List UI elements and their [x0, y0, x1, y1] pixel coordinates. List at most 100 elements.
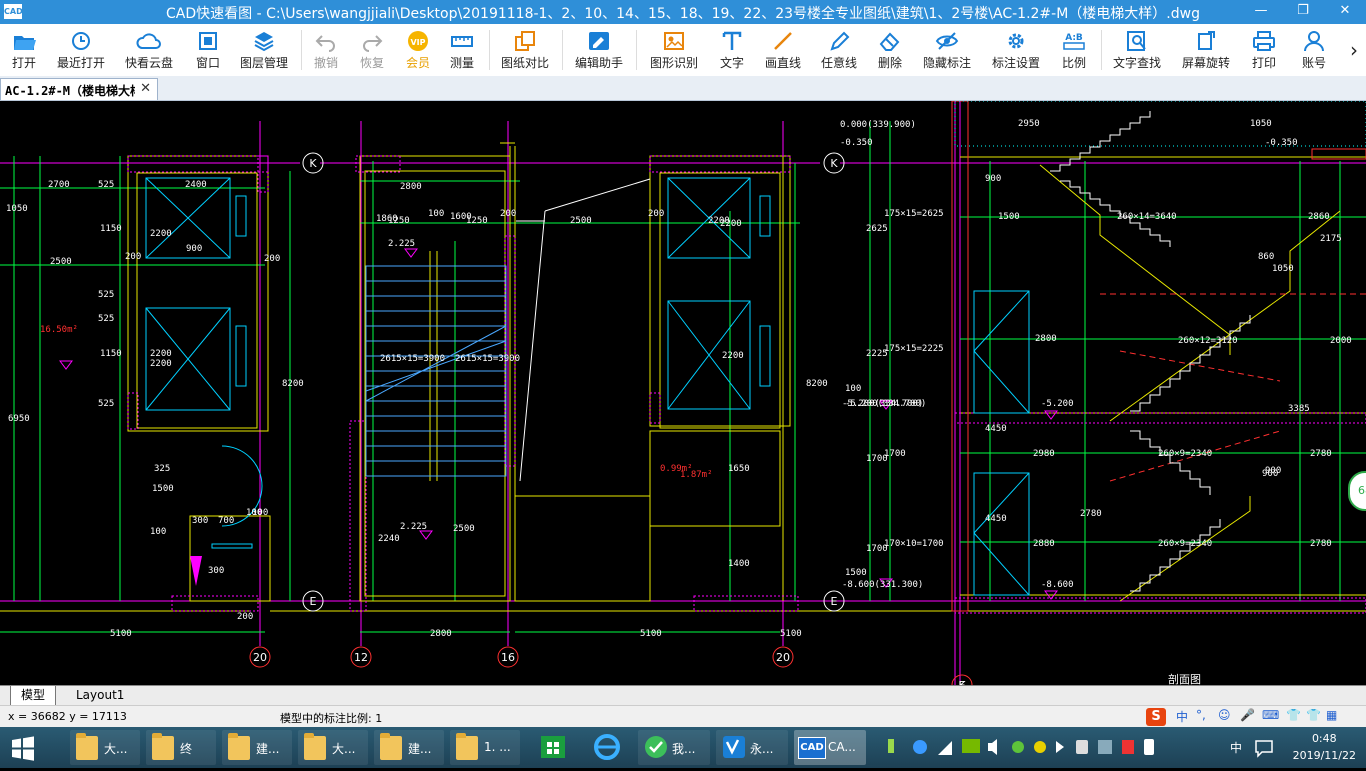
shape-recognition-icon: [664, 32, 684, 50]
folder-icon: [228, 733, 250, 760]
dimension-label: 5100: [780, 629, 802, 639]
dimension-label: 2625: [866, 224, 888, 234]
text-search-button[interactable]: 文字查找: [1108, 24, 1166, 76]
ime-logo-icon[interactable]: S: [1146, 708, 1166, 726]
tray-phone-icon: [1144, 739, 1154, 755]
taskbar-folder-6[interactable]: 1. ...: [450, 730, 520, 765]
print-button[interactable]: 打印: [1244, 24, 1284, 76]
ime-punctuation-icon[interactable]: °,: [1196, 708, 1206, 726]
internet-explorer-icon: [594, 734, 620, 760]
main-toolbar: 打开 最近打开 快看云盘 窗口 图层管理 撤销 恢复 VIP 会员 测量 图纸对…: [0, 24, 1366, 76]
dimension-label: 1050: [1250, 119, 1272, 129]
dimension-label: 2500: [570, 216, 592, 226]
document-tab-label: AC-1.2#-M（楼电梯大样）: [5, 84, 135, 98]
undo-button[interactable]: 撤销: [306, 24, 346, 76]
svg-text:A:B: A:B: [1065, 33, 1083, 43]
dimension-label: 260×14=3640: [1117, 212, 1177, 222]
tray-language[interactable]: 中: [1230, 739, 1242, 756]
tab-layout1[interactable]: Layout1: [66, 686, 134, 705]
layer-manager-button[interactable]: 图层管理: [236, 24, 292, 76]
ime-keyboard-icon[interactable]: ⌨: [1262, 708, 1279, 726]
dimension-label: -5.200: [1041, 399, 1074, 409]
tray-chat-icon[interactable]: [1254, 738, 1274, 758]
cad-drawing[interactable]: KKEEE20121620K27005252400105011502200250…: [0, 101, 1366, 685]
taskbar-folder-2[interactable]: 终: [146, 730, 216, 765]
dimension-label: -0.350: [1265, 138, 1298, 148]
taskbar-store[interactable]: [530, 730, 576, 765]
dimension-label: 2.225: [400, 522, 427, 532]
measure-button[interactable]: 测量: [442, 24, 482, 76]
taskbar-folder-5[interactable]: 建...: [374, 730, 444, 765]
screen-rotate-button[interactable]: 屏幕旋转: [1176, 24, 1236, 76]
restore-button[interactable]: ❐: [1286, 0, 1320, 24]
account-button[interactable]: 账号: [1294, 24, 1334, 76]
ime-emoji-icon[interactable]: ☺: [1218, 708, 1231, 726]
redo-arrow-icon: [363, 35, 383, 52]
vip-crown-icon: VIP: [408, 31, 428, 51]
drawing-canvas[interactable]: KKEEE20121620K27005252400105011502200250…: [0, 101, 1366, 685]
taskbar-browser[interactable]: 我...: [638, 730, 710, 765]
ime-microphone-icon[interactable]: 🎤: [1240, 708, 1255, 726]
hide-annotation-button[interactable]: 隐藏标注: [918, 24, 976, 76]
tab-document[interactable]: AC-1.2#-M（楼电梯大样） ✕: [0, 78, 158, 100]
windows-start-icon[interactable]: [6, 733, 40, 763]
dimension-label: 170×10=1700: [884, 539, 944, 549]
text-tool-button[interactable]: 文字: [712, 24, 752, 76]
window-button[interactable]: 窗口: [188, 24, 228, 76]
dimension-label: 1400: [728, 559, 750, 569]
ime-toolbox-icon[interactable]: ▦: [1326, 708, 1337, 726]
close-window-button[interactable]: ✕: [1328, 0, 1362, 24]
open-folder-icon: [14, 36, 36, 50]
tray-icons[interactable]: [880, 727, 1260, 768]
scale-button[interactable]: A:B 比例: [1054, 24, 1094, 76]
dimension-label: 5100: [640, 629, 662, 639]
ime-lang-indicator[interactable]: 中: [1176, 708, 1188, 726]
printer-icon: [1253, 31, 1275, 51]
undo-arrow-icon: [315, 35, 335, 52]
taskbar-ie[interactable]: [584, 730, 630, 765]
dimension-label: 860: [1258, 252, 1274, 262]
dimension-label: 0.000(339.900): [840, 120, 916, 130]
dimension-label: 2500: [453, 524, 475, 534]
dimension-label: 2200: [720, 219, 742, 229]
ime-shirt-icon[interactable]: 👕: [1306, 708, 1321, 726]
compare-drawings-button[interactable]: 图纸对比: [496, 24, 554, 76]
system-clock[interactable]: 0:48 2019/11/22: [1293, 730, 1356, 764]
delete-button[interactable]: 删除: [870, 24, 910, 76]
dimension-label: 1050: [1272, 264, 1294, 274]
tab-model[interactable]: 模型: [10, 686, 57, 706]
dimension-label: -8.600: [1041, 580, 1074, 590]
dimension-label: 200: [648, 209, 664, 219]
folder-icon: [456, 733, 478, 760]
draw-line-button[interactable]: 画直线: [760, 24, 806, 76]
taskbar-folder-4[interactable]: 大...: [298, 730, 368, 765]
ime-skin-icon[interactable]: 👕: [1286, 708, 1301, 726]
redo-button[interactable]: 恢复: [352, 24, 392, 76]
dimension-label: 4450: [985, 424, 1007, 434]
cloud-drive-button[interactable]: 快看云盘: [120, 24, 178, 76]
taskbar-vs[interactable]: 永...: [716, 730, 788, 765]
freeline-button[interactable]: 任意线: [816, 24, 862, 76]
gear-icon: [1008, 33, 1024, 49]
recent-open-button[interactable]: 最近打开: [52, 24, 110, 76]
vip-button[interactable]: VIP 会员: [398, 24, 438, 76]
taskbar-folder-3[interactable]: 建...: [222, 730, 292, 765]
minimize-button[interactable]: —: [1244, 0, 1278, 24]
open-button[interactable]: 打开: [4, 24, 44, 76]
close-tab-icon[interactable]: ✕: [140, 81, 151, 96]
dimension-label: 200: [264, 254, 280, 264]
dimension-label: 900: [985, 174, 1001, 184]
dimension-label: 2950: [1018, 119, 1040, 129]
edit-assistant-button[interactable]: 编辑助手: [570, 24, 628, 76]
annotation-settings-button[interactable]: 标注设置: [986, 24, 1046, 76]
shape-recognition-button[interactable]: 图形识别: [644, 24, 704, 76]
dimension-label: 2780: [1080, 509, 1102, 519]
dimension-label: 100: [150, 527, 166, 537]
dimension-label: 2800: [400, 182, 422, 192]
scale-icon: A:B: [1063, 33, 1085, 50]
taskbar-folder-1[interactable]: 大...: [70, 730, 140, 765]
grid-axis-label: E: [831, 595, 838, 608]
dimension-label: 1150: [100, 349, 122, 359]
more-tools-button[interactable]: ›: [1344, 24, 1364, 76]
taskbar-cad-active[interactable]: CAD CA...: [794, 730, 866, 765]
